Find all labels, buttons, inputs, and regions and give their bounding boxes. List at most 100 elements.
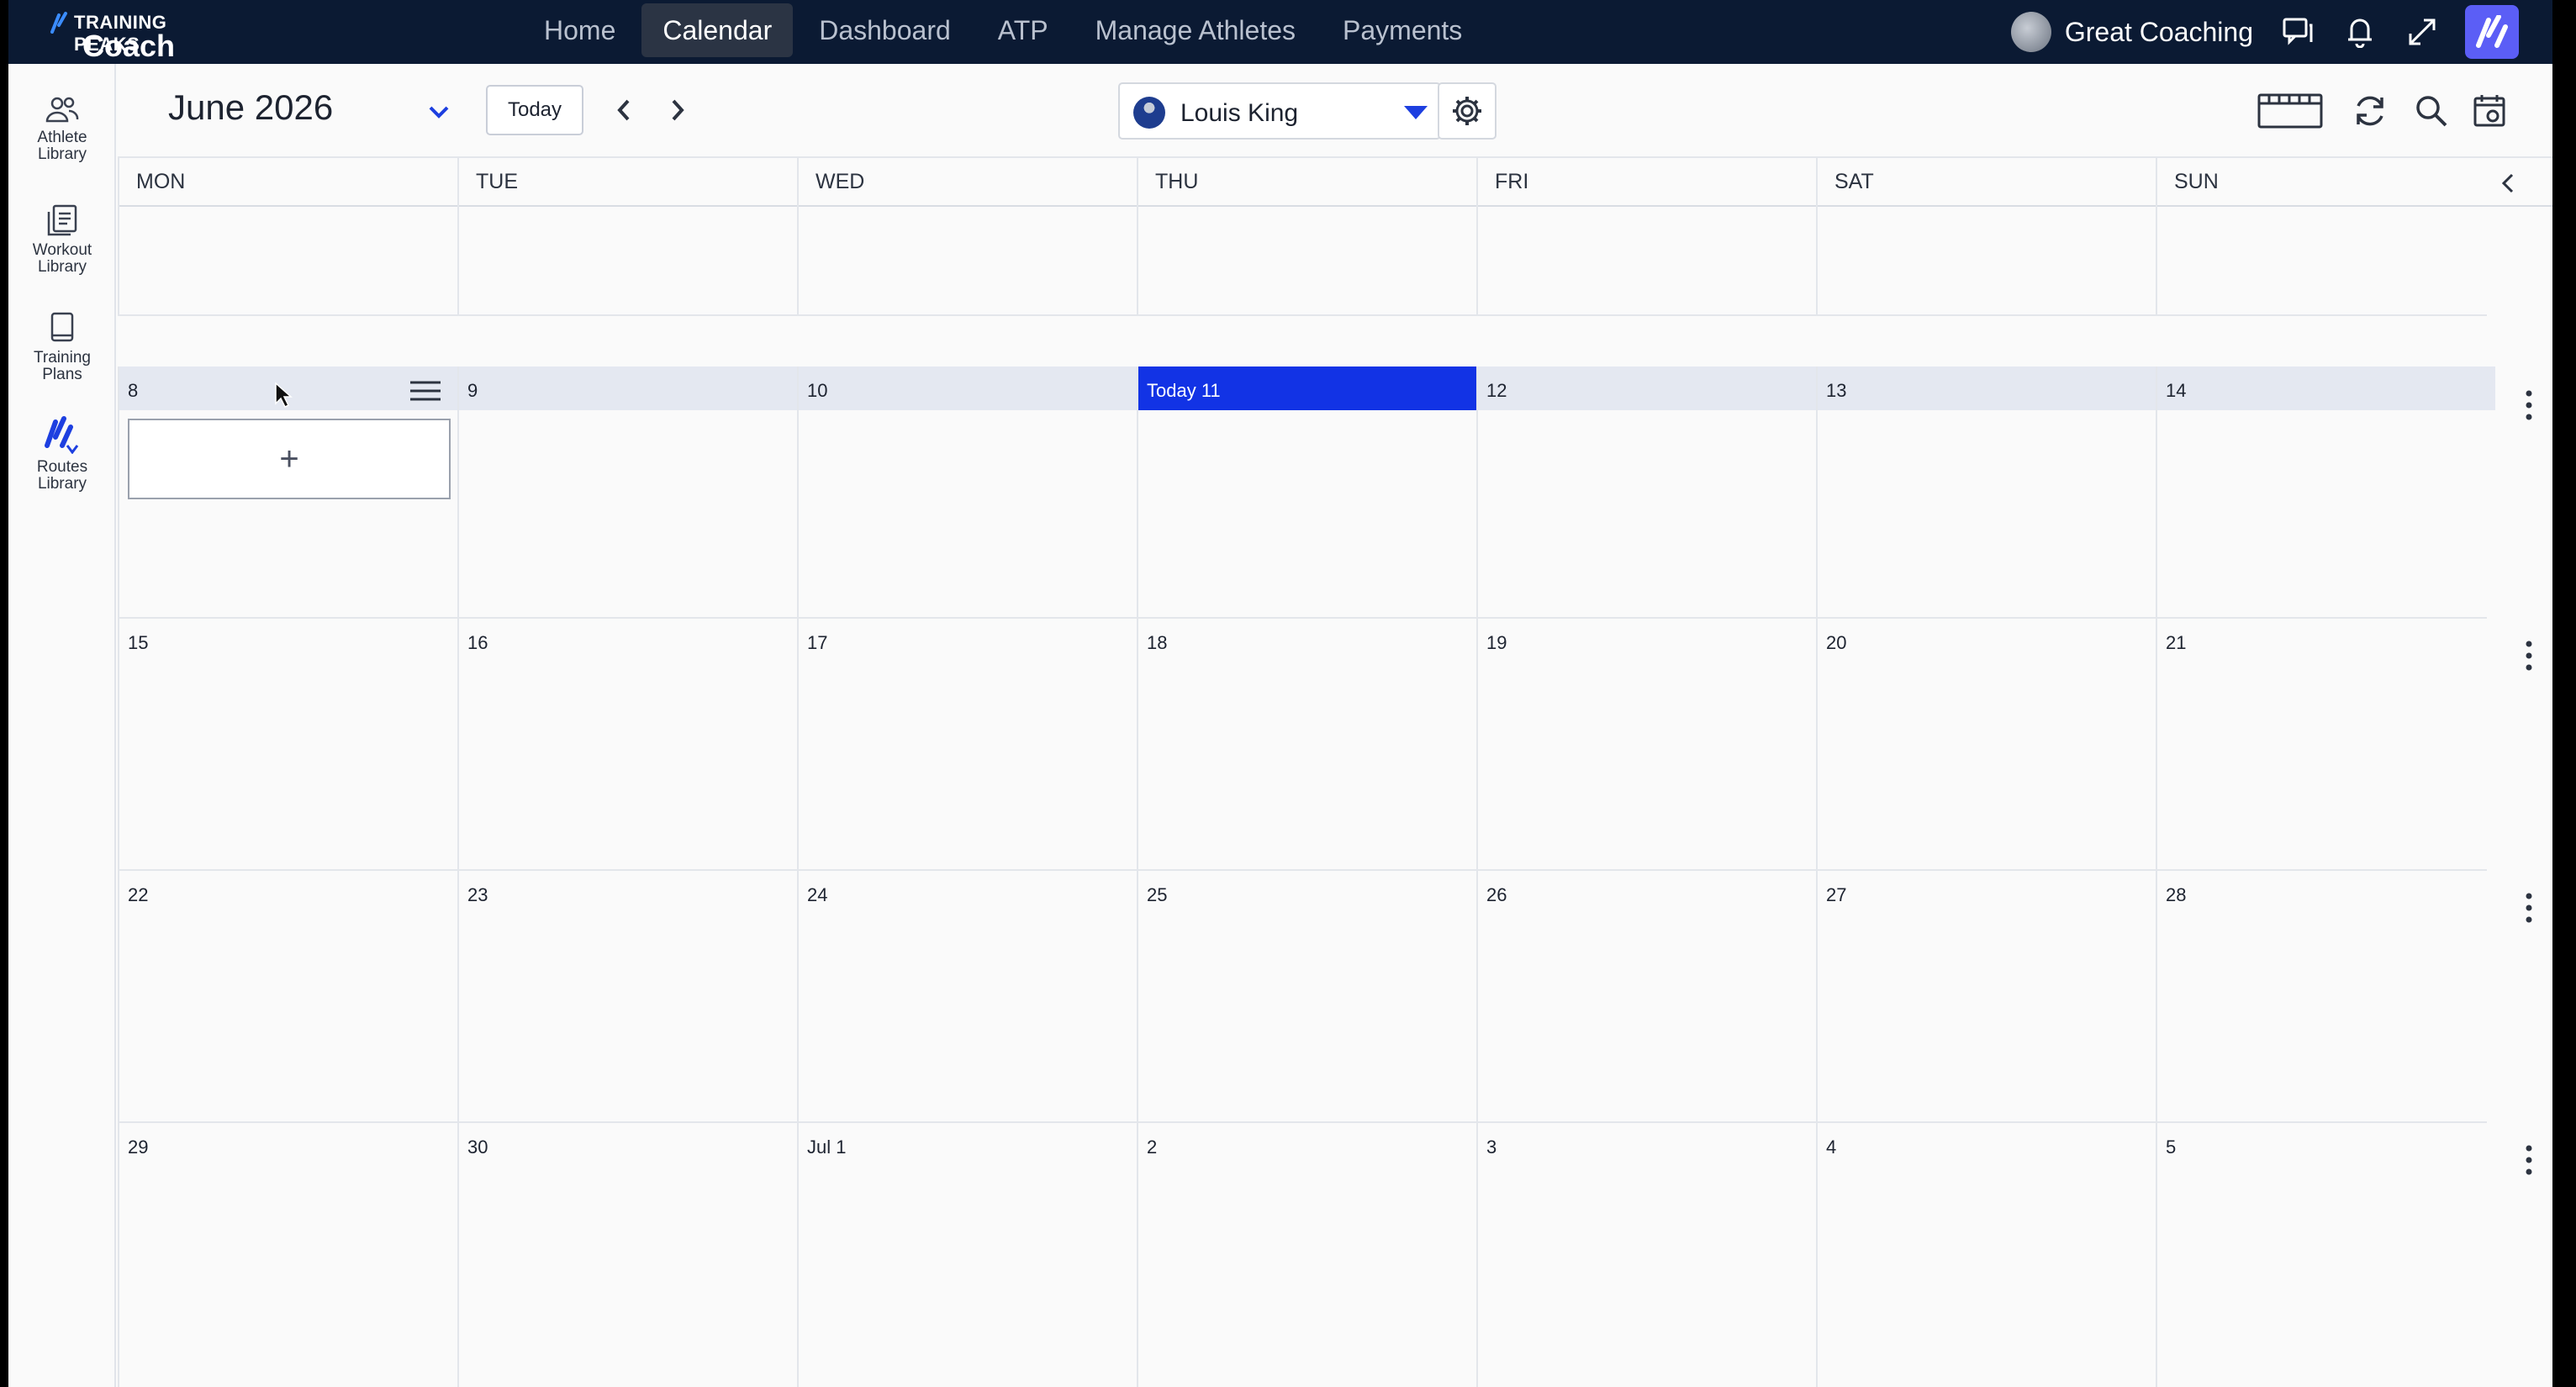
day-number: 23 <box>467 884 488 905</box>
hamburger-menu-icon[interactable] <box>409 378 442 403</box>
org-name[interactable]: Great Coaching <box>2065 17 2253 48</box>
calendar-day[interactable]: 10 <box>797 367 1137 619</box>
day-number: 30 <box>467 1136 488 1158</box>
calendar-day[interactable]: 9 <box>457 367 797 619</box>
calendar-day[interactable]: 24 <box>797 871 1137 1123</box>
refresh-icon[interactable] <box>2351 89 2389 133</box>
trainingpeaks-coach-logo[interactable]: TRAINING PEAKS Coach <box>49 8 234 63</box>
calendar-toolbar: June 2026 Today Louis King <box>118 64 2552 156</box>
sidebar-item-routes-library[interactable]: Routes Library <box>8 415 116 493</box>
day-number: 10 <box>807 380 828 401</box>
calendar-day[interactable] <box>1137 156 1476 316</box>
trainingpeaks-logo[interactable] <box>2465 5 2519 59</box>
week-kebab-menu-icon[interactable] <box>2521 1143 2537 1177</box>
calendar-day[interactable]: 19 <box>1476 619 1816 871</box>
day-number: 24 <box>807 884 828 905</box>
gear-icon <box>1453 97 1481 125</box>
chevron-left-icon[interactable] <box>2494 168 2524 198</box>
day-number: 3 <box>1486 1136 1497 1158</box>
add-workout-button[interactable]: + <box>128 419 451 499</box>
calendar-day[interactable] <box>1476 156 1816 316</box>
calendar-day[interactable] <box>457 156 797 316</box>
week-view-icon[interactable] <box>2257 89 2324 133</box>
caret-down-icon <box>1404 106 1428 119</box>
week-kebab-menu-icon[interactable] <box>2521 639 2537 672</box>
day-number: 8 <box>128 380 139 401</box>
sidebar-item-label: Training Plans <box>34 349 91 383</box>
day-number: 19 <box>1486 632 1507 653</box>
athlete-settings-button[interactable] <box>1438 82 1497 140</box>
today-button[interactable]: Today <box>486 85 583 135</box>
day-number: 15 <box>128 632 149 653</box>
day-number: 20 <box>1826 632 1847 653</box>
search-icon[interactable] <box>2413 89 2450 133</box>
calendar-week-current: 8 + 9 10 Today 11 12 13 14 <box>118 367 2532 619</box>
chat-icon[interactable] <box>2278 13 2317 51</box>
calendar-day[interactable]: 12 <box>1476 367 1816 619</box>
calendar-settings-icon[interactable] <box>2472 89 2509 133</box>
calendar-day[interactable]: 26 <box>1476 871 1816 1123</box>
calendar-day[interactable]: 29 <box>118 1123 457 1387</box>
nav-payments[interactable]: Payments <box>1322 3 1483 57</box>
calendar-day[interactable]: 14 <box>2156 367 2495 619</box>
day-number: 17 <box>807 632 828 653</box>
week-kebab-menu-icon[interactable] <box>2521 891 2537 925</box>
chevron-left-icon[interactable] <box>607 92 641 128</box>
calendar-day[interactable]: 23 <box>457 871 797 1123</box>
nav-dashboard[interactable]: Dashboard <box>798 3 972 57</box>
nav-home[interactable]: Home <box>523 3 636 57</box>
nav-atp[interactable]: ATP <box>977 3 1069 57</box>
calendar-day[interactable]: 22 <box>118 871 457 1123</box>
calendar-day[interactable]: 3 <box>1476 1123 1816 1387</box>
calendar-day[interactable] <box>797 156 1137 316</box>
day-number: Today 11 <box>1147 380 1221 401</box>
day-number: 16 <box>467 632 488 653</box>
calendar-day-today[interactable]: Today 11 <box>1137 367 1476 619</box>
sidebar-item-workout-library[interactable]: Workout Library <box>8 203 116 276</box>
people-icon <box>45 97 79 123</box>
sidebar-item-athlete-library[interactable]: Athlete Library <box>8 96 116 163</box>
expand-icon[interactable] <box>2403 13 2441 51</box>
nav-calendar[interactable]: Calendar <box>641 3 794 57</box>
calendar-day[interactable] <box>1816 156 2156 316</box>
calendar-day[interactable] <box>2156 156 2495 316</box>
chevron-right-icon[interactable] <box>661 92 694 128</box>
calendar-day[interactable]: 4 <box>1816 1123 2156 1387</box>
day-number: 18 <box>1147 632 1168 653</box>
day-number: Jul 1 <box>807 1136 847 1158</box>
org-avatar[interactable] <box>2010 12 2051 52</box>
sidebar-item-training-plans[interactable]: Training Plans <box>8 311 116 383</box>
athlete-select[interactable]: Louis King <box>1118 82 1441 140</box>
calendar-day[interactable]: 17 <box>797 619 1137 871</box>
brand-bottom-text: Coach <box>82 29 176 63</box>
calendar-day[interactable]: 20 <box>1816 619 2156 871</box>
day-number: 5 <box>2166 1136 2177 1158</box>
calendar-day[interactable]: 28 <box>2156 871 2495 1123</box>
calendar-grid: 8 + 9 10 Today 11 12 13 14 15 16 17 18 1… <box>118 156 2532 1387</box>
calendar-day[interactable]: 27 <box>1816 871 2156 1123</box>
sidebar-item-label: Workout Library <box>32 241 92 276</box>
day-number: 9 <box>467 380 478 401</box>
day-header: 14 <box>2157 367 2495 410</box>
calendar-day[interactable]: 15 <box>118 619 457 871</box>
calendar-day[interactable] <box>118 156 457 316</box>
calendar-day[interactable]: 21 <box>2156 619 2495 871</box>
calendar-day[interactable]: 2 <box>1137 1123 1476 1387</box>
calendar-day[interactable]: 5 <box>2156 1123 2495 1387</box>
day-number: 22 <box>128 884 149 905</box>
calendar-day[interactable]: 13 <box>1816 367 2156 619</box>
calendar-day[interactable]: 30 <box>457 1123 797 1387</box>
calendar-day[interactable]: 16 <box>457 619 797 871</box>
day-number: 2 <box>1147 1136 1158 1158</box>
day-number: 21 <box>2166 632 2187 653</box>
day-number: 29 <box>128 1136 149 1158</box>
calendar-day[interactable]: 18 <box>1137 619 1476 871</box>
calendar-day[interactable]: 25 <box>1137 871 1476 1123</box>
month-title[interactable]: June 2026 <box>168 87 333 128</box>
week-kebab-menu-icon[interactable] <box>2521 388 2537 422</box>
chevron-down-icon[interactable] <box>422 96 456 129</box>
bell-icon[interactable] <box>2341 13 2379 51</box>
nav-manage-athletes[interactable]: Manage Athletes <box>1074 3 1317 57</box>
calendar-week <box>118 156 2487 316</box>
calendar-day[interactable]: Jul 1 <box>797 1123 1137 1387</box>
